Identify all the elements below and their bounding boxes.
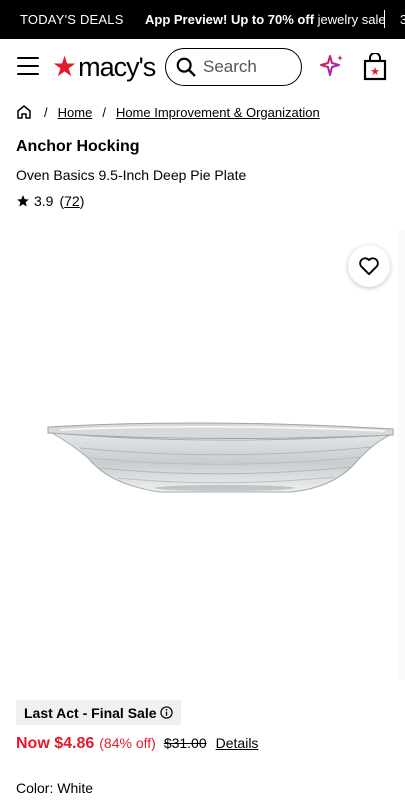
image-scroll-track — [398, 230, 405, 680]
product-rating[interactable]: 3.9 (72) — [16, 193, 84, 209]
info-icon[interactable] — [159, 706, 173, 719]
promo-message[interactable]: App Preview! Up to 70% off jewelry sale — [145, 12, 386, 27]
final-sale-badge[interactable]: Last Act - Final Sale — [16, 700, 181, 725]
star-icon — [17, 195, 29, 207]
product-title: Oven Basics 9.5-Inch Deep Pie Plate — [16, 167, 247, 183]
sparkle-icon[interactable] — [319, 53, 345, 79]
shopping-bag-icon[interactable]: ★ — [363, 53, 387, 81]
final-sale-label: Last Act - Final Sale — [24, 704, 157, 721]
home-icon[interactable] — [16, 104, 32, 120]
heart-icon — [359, 257, 379, 276]
macys-star-icon: ★ — [52, 51, 78, 82]
breadcrumb-separator: / — [44, 104, 48, 120]
search-box[interactable] — [165, 48, 302, 86]
rating-value: 3.9 — [34, 193, 54, 209]
promo-banner[interactable]: TODAY'S DEALS App Preview! Up to 70% off… — [0, 0, 405, 39]
macys-logo[interactable]: ★ macy's — [52, 51, 156, 82]
product-brand[interactable]: Anchor Hocking — [16, 138, 140, 156]
pie-plate-image — [47, 422, 394, 493]
review-count[interactable]: (72) — [59, 193, 84, 209]
todays-deals-link[interactable]: TODAY'S DEALS — [20, 12, 124, 27]
search-input[interactable] — [203, 57, 291, 77]
favorite-button[interactable] — [348, 245, 390, 287]
breadcrumb-separator: / — [102, 104, 106, 120]
breadcrumb: / Home / Home Improvement & Organization — [16, 103, 330, 121]
promo-message-rest: jewelry sale — [314, 12, 386, 27]
search-icon — [176, 57, 196, 77]
site-header: ★ macy's ★ — [0, 39, 405, 95]
breadcrumb-home[interactable]: Home — [58, 105, 93, 120]
price-details-link[interactable]: Details — [216, 735, 259, 751]
review-count-link[interactable]: 72 — [64, 193, 80, 209]
discount-percent: (84% off) — [99, 735, 156, 751]
product-image[interactable] — [0, 230, 398, 680]
menu-icon[interactable] — [17, 57, 39, 75]
promo-message-bold: App Preview! Up to 70% off — [145, 12, 315, 27]
sale-price: Now $4.86 — [16, 735, 95, 752]
price-block: Now $4.86 (84% off) $31.00 Details — [16, 735, 258, 753]
promo-divider — [384, 10, 385, 28]
svg-text:★: ★ — [370, 65, 380, 78]
promo-next-item[interactable]: 3 — [400, 12, 405, 27]
breadcrumb-home-improvement[interactable]: Home Improvement & Organization — [116, 105, 320, 120]
logo-text: macy's — [78, 51, 156, 82]
original-price: $31.00 — [163, 735, 207, 751]
color-selection-label: Color: White — [16, 780, 94, 796]
